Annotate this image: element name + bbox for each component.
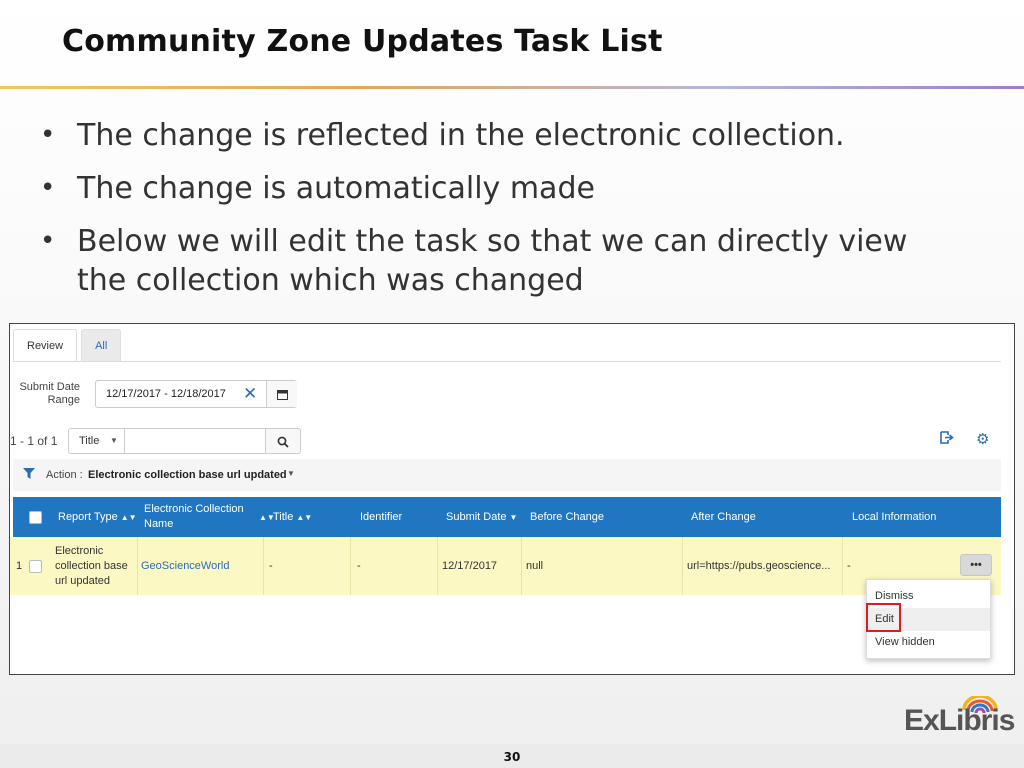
row-checkbox-cell [29,537,42,595]
bullet-text: The change is automatically made [77,171,595,206]
submit-date-cell: 12/17/2017 [442,559,498,572]
column-divider [137,537,138,595]
column-divider [521,537,522,595]
tab-divider [13,361,1001,362]
date-range-input[interactable]: 12/17/2017 - 12/18/2017 ✕ [95,380,297,408]
sort-icon: ▲▼ [120,512,137,522]
bullet-list: • The change is reflected in the electron… [40,116,960,314]
select-all-checkbox[interactable] [29,510,42,524]
filter-value[interactable]: Electronic collection base url updated [88,469,287,481]
submit-date-range-label: Submit Date Range [19,381,80,406]
bullet-item: • The change is automatically made [40,169,960,208]
search-field-select-value: Title [79,435,100,447]
identifier-cell: - [357,559,361,572]
exlibris-logo: ExLibris [904,696,1015,740]
column-header-identifier[interactable]: Identifier [360,497,402,537]
filter-icon [23,468,35,482]
report-type-cell: Electronic collection base url updated [55,544,128,587]
date-range-value: 12/17/2017 - 12/18/2017 [106,388,226,400]
page-number: 30 [503,750,521,764]
column-divider [682,537,683,595]
sort-desc-icon: ▼ [509,512,518,522]
table-row[interactable]: 1 Electronic collection base url updated… [10,537,1001,595]
search-input[interactable] [124,428,266,454]
bullet-icon: • [40,226,56,256]
sort-icon: ▲▼ [296,512,313,522]
logo-text: ExLibris [904,704,1015,737]
column-divider [437,537,438,595]
row-checkbox[interactable] [29,559,42,573]
select-all-cell [29,497,42,537]
column-header-title[interactable]: Title ▲▼ [273,497,312,537]
tab-review[interactable]: Review [13,329,78,361]
column-header-before-change[interactable]: Before Change [530,497,604,537]
column-divider [350,537,351,595]
bullet-item: • The change is reflected in the electron… [40,116,960,155]
table-header: Report Type ▲▼ Electronic Collection Name… [13,497,1001,537]
filter-label: Action : [46,469,83,481]
column-header-submit-date[interactable]: Submit Date ▼ [446,497,517,537]
title-cell: - [269,559,273,572]
title-divider [0,86,1024,89]
bullet-icon: • [40,120,56,150]
tab-all[interactable]: All [81,329,122,361]
column-header-collection-name[interactable]: Electronic Collection Name [144,497,254,537]
column-header-report-type[interactable]: Report Type ▲▼ [58,497,137,537]
column-divider [842,537,843,595]
slide-title: Community Zone Updates Task List [62,24,663,59]
chevron-down-icon: ▼ [110,436,118,445]
row-index: 1 [16,559,23,572]
collection-name-link[interactable]: GeoScienceWorld [141,537,229,595]
export-icon[interactable] [940,431,954,447]
tab-bar: Review All [13,329,122,361]
filter-bar: Action : Electronic collection base url … [13,459,1001,491]
bullet-text: Below we will edit the task so that we c… [77,224,908,298]
column-header-after-change[interactable]: After Change [691,497,756,537]
clear-icon[interactable]: ✕ [243,384,257,404]
edit-highlight-box [866,603,901,632]
search-field-select[interactable]: Title ▼ [68,428,125,454]
task-list-screenshot: Review All Submit Date Range 12/17/2017 … [9,323,1015,675]
column-divider [263,537,264,595]
search-button[interactable] [265,428,301,454]
menu-item-view-hidden[interactable]: View hidden [867,631,990,654]
chevron-down-icon[interactable]: ▼ [287,469,295,478]
bullet-icon: • [40,173,56,203]
local-information-cell: - [847,559,851,572]
gear-icon[interactable]: ⚙ [976,430,989,448]
before-change-cell: null [526,559,544,572]
result-count: 1 - 1 of 1 [10,434,58,448]
column-header-local-information[interactable]: Local Information [852,497,936,537]
calendar-icon[interactable] [266,381,297,407]
after-change-cell: url=https://pubs.geoscience... [687,559,831,572]
bullet-item: • Below we will edit the task so that we … [40,222,960,300]
bullet-text: The change is reflected in the electroni… [77,118,845,153]
row-actions-button[interactable]: ••• [960,554,992,576]
search-icon [277,436,289,448]
